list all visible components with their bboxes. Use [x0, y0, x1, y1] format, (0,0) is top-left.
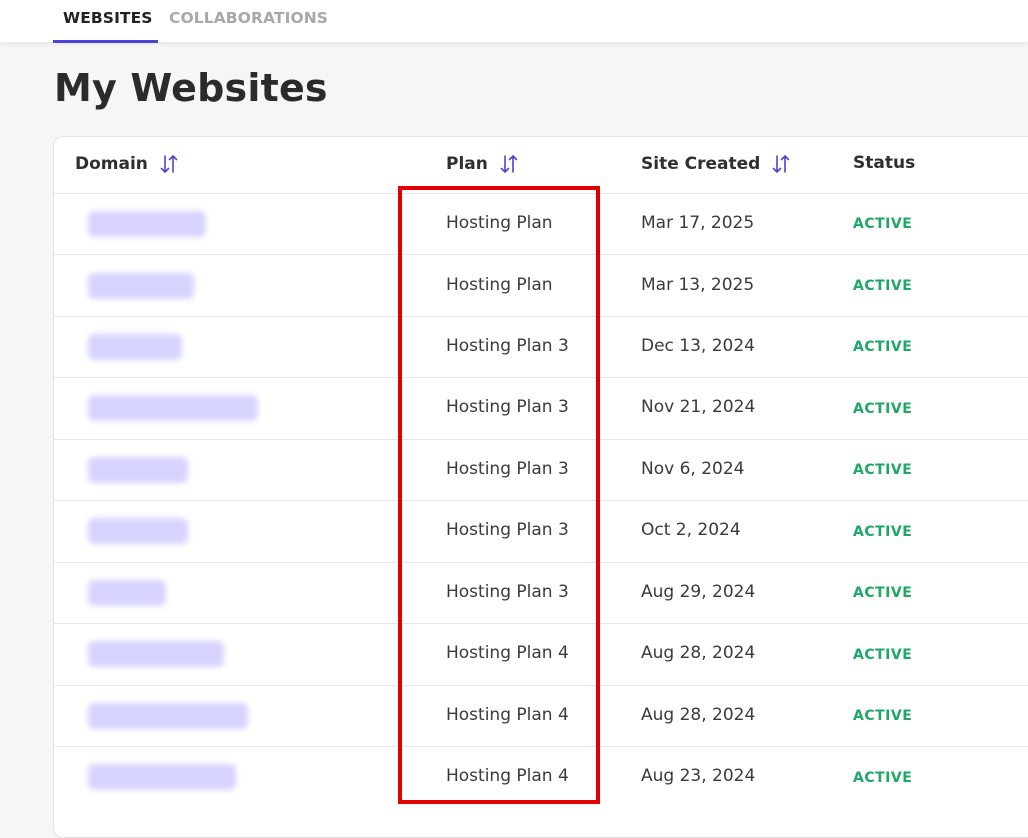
- site-created-cell: Oct 2, 2024: [641, 520, 741, 540]
- tab-websites[interactable]: WEBSITES: [63, 9, 153, 27]
- column-header-plan[interactable]: Plan: [446, 153, 520, 175]
- column-header-site-created-label: Site Created: [641, 154, 761, 174]
- column-header-plan-label: Plan: [446, 154, 488, 174]
- site-created-cell: Aug 23, 2024: [641, 766, 756, 786]
- site-created-cell: Nov 6, 2024: [641, 459, 745, 479]
- column-header-domain-label: Domain: [75, 154, 148, 174]
- domain-link-redacted[interactable]: [88, 395, 258, 421]
- sort-arrows-icon[interactable]: [770, 153, 792, 175]
- domain-link-redacted[interactable]: [88, 580, 166, 606]
- page-title: My Websites: [54, 66, 328, 110]
- domain-link-redacted[interactable]: [88, 764, 236, 790]
- site-created-cell: Mar 13, 2025: [641, 275, 755, 295]
- site-created-cell: Aug 28, 2024: [641, 643, 756, 663]
- domain-link-redacted[interactable]: [88, 641, 224, 667]
- site-created-cell: Nov 21, 2024: [641, 397, 756, 417]
- status-badge: ACTIVE: [853, 401, 913, 417]
- column-header-status-label: Status: [853, 153, 916, 173]
- status-badge: ACTIVE: [853, 462, 913, 478]
- status-badge: ACTIVE: [853, 216, 913, 232]
- sort-arrows-icon[interactable]: [498, 153, 520, 175]
- column-header-site-created[interactable]: Site Created: [641, 153, 792, 175]
- domain-link-redacted[interactable]: [88, 334, 182, 360]
- site-created-cell: Aug 28, 2024: [641, 705, 756, 725]
- domain-link-redacted[interactable]: [88, 703, 248, 729]
- status-badge: ACTIVE: [853, 708, 913, 724]
- status-badge: ACTIVE: [853, 647, 913, 663]
- domain-link-redacted[interactable]: [88, 211, 206, 237]
- site-created-cell: Dec 13, 2024: [641, 336, 756, 356]
- status-badge: ACTIVE: [853, 524, 913, 540]
- active-tab-indicator: [53, 40, 158, 43]
- status-badge: ACTIVE: [853, 278, 913, 294]
- tab-collaborations[interactable]: COLLABORATIONS: [169, 9, 328, 27]
- status-badge: ACTIVE: [853, 339, 913, 355]
- status-badge: ACTIVE: [853, 585, 913, 601]
- status-badge: ACTIVE: [853, 770, 913, 786]
- site-created-cell: Mar 17, 2025: [641, 213, 755, 233]
- domain-link-redacted[interactable]: [88, 518, 188, 544]
- domain-link-redacted[interactable]: [88, 457, 188, 483]
- column-header-status: Status: [853, 153, 915, 173]
- top-nav: WEBSITES COLLABORATIONS: [0, 0, 1028, 43]
- plan-column-highlight-box: [398, 186, 600, 804]
- sort-arrows-icon[interactable]: [158, 153, 180, 175]
- domain-link-redacted[interactable]: [88, 273, 194, 299]
- column-header-domain[interactable]: Domain: [75, 153, 180, 175]
- site-created-cell: Aug 29, 2024: [641, 582, 756, 602]
